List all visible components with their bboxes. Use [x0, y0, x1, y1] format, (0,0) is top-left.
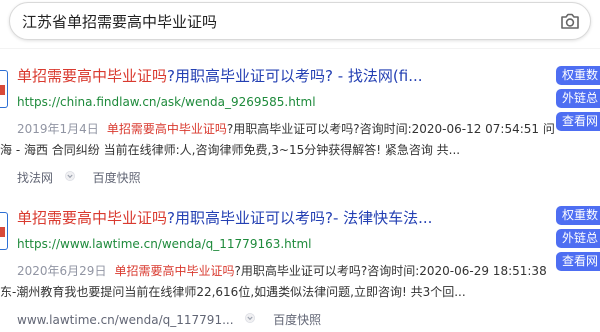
weight-button[interactable]: 权重数 — [556, 206, 600, 225]
chevron-down-icon[interactable] — [64, 171, 75, 181]
result-url[interactable]: https://china.findlaw.cn/ask/wenda_92695… — [17, 93, 457, 111]
divider — [0, 48, 600, 49]
result-date: 2020年6月29日 — [17, 264, 107, 278]
snapshot-link[interactable]: 百度快照 — [93, 169, 141, 187]
chevron-down-icon[interactable] — [245, 313, 256, 323]
abstract-highlight: 单招需要高中毕业证吗 — [114, 264, 235, 278]
result-date: 2019年1月4日 — [17, 122, 99, 136]
result-title-link[interactable]: 单招需要高中毕业证吗?用职高毕业证可以考吗? - 找法网(fi... — [17, 64, 457, 88]
camera-icon[interactable] — [560, 12, 580, 30]
abstract-line-2: 东-潮州教育我也要提问当前在线律师22,616位,如遇类似法律问题,立即咨询! … — [0, 285, 466, 299]
search-result: 单招需要高中毕业证吗?用职高毕业证可以考吗? - 找法网(fi... https… — [0, 62, 600, 192]
result-title-link[interactable]: 单招需要高中毕业证吗?用职高毕业证可以考吗?- 法律快车法... — [17, 206, 457, 230]
view-site-button[interactable]: 查看网 — [556, 112, 600, 131]
result-abstract: 2020年6月29日 单招需要高中毕业证吗?用职高毕业证可以考吗?咨询时间:202… — [0, 261, 557, 303]
title-text: ?用职高毕业证可以考吗?- 法律快车法... — [167, 209, 433, 227]
title-highlight: 单招需要高中毕业证吗 — [17, 67, 168, 85]
title-text: ?用职高毕业证可以考吗? - 找法网(fi... — [167, 67, 423, 85]
source-row: www.lawtime.cn/wenda/q_117791... 百度快照 — [17, 310, 321, 328]
site-favicon — [0, 70, 8, 108]
abstract-text: ?用职高毕业证可以考吗?咨询时间:2020-06-12 07:54:51 问 — [226, 122, 555, 136]
result-abstract: 2019年1月4日 单招需要高中毕业证吗?用职高毕业证可以考吗?咨询时间:2020… — [0, 119, 557, 161]
search-box[interactable] — [9, 2, 591, 40]
external-links-button[interactable]: 外链总 — [556, 229, 600, 248]
source-name[interactable]: www.lawtime.cn/wenda/q_117791... — [17, 311, 234, 329]
result-url[interactable]: https://www.lawtime.cn/wenda/q_11779163.… — [17, 235, 457, 253]
site-favicon — [0, 212, 8, 250]
search-result: 单招需要高中毕业证吗?用职高毕业证可以考吗?- 法律快车法... https:/… — [0, 204, 600, 332]
title-highlight: 单招需要高中毕业证吗 — [17, 209, 168, 227]
view-site-button[interactable]: 查看网 — [556, 252, 600, 271]
source-name[interactable]: 找法网 — [17, 169, 53, 187]
abstract-text: ?用职高毕业证可以考吗?咨询时间:2020-06-29 18:51:38 — [234, 264, 547, 278]
source-row: 找法网 百度快照 — [17, 168, 141, 186]
abstract-line-2: 海 - 海西 合同纠纷 当前在线律师:人,咨询律师免费,3~15分钟获得解答! … — [0, 143, 461, 157]
snapshot-link[interactable]: 百度快照 — [273, 311, 321, 329]
search-input[interactable] — [22, 11, 542, 33]
weight-button[interactable]: 权重数 — [556, 66, 600, 85]
external-links-button[interactable]: 外链总 — [556, 89, 600, 108]
abstract-highlight: 单招需要高中毕业证吗 — [106, 122, 227, 136]
